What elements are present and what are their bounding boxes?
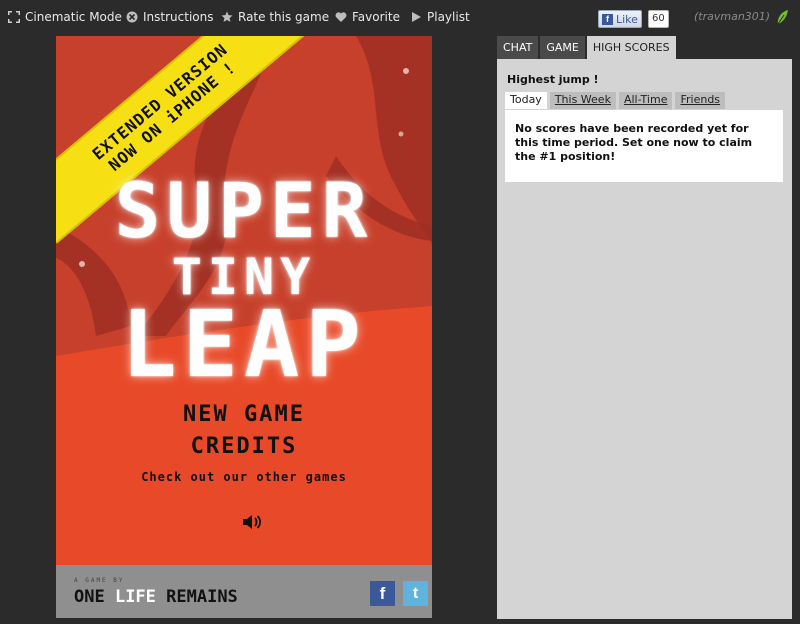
instructions-icon: [126, 11, 138, 23]
sound-toggle-icon[interactable]: [242, 514, 262, 530]
studio-logo[interactable]: ONE LIFE REMAINS: [74, 587, 238, 607]
new-game-button[interactable]: NEW GAME: [56, 402, 432, 427]
facebook-share-button[interactable]: f: [370, 581, 395, 606]
tab-chat[interactable]: CHAT: [497, 36, 539, 59]
instructions-label: Instructions: [143, 10, 214, 24]
side-panel-tabs: CHAT GAME HIGH SCORES: [497, 36, 676, 59]
game-title-leap: LEAP: [121, 291, 367, 398]
game-footer: A GAME BY ONE LIFE REMAINS f t: [56, 565, 432, 618]
play-icon: [412, 12, 421, 22]
top-toolbar: Cinematic Mode Instructions Rate this ga…: [0, 0, 800, 36]
studio-name-part-1: ONE: [74, 587, 115, 607]
playlist-label: Playlist: [427, 10, 470, 24]
facebook-icon: f: [602, 13, 613, 25]
game-canvas[interactable]: EXTENDED VERSION NOW ON iPHONE ! SUPER T…: [56, 36, 432, 618]
twitter-share-button[interactable]: t: [403, 581, 428, 606]
favorite-label: Favorite: [352, 10, 400, 24]
leaf-icon: [777, 10, 788, 25]
credits-button[interactable]: CREDITS: [56, 434, 432, 459]
game-title-super: SUPER: [114, 166, 374, 255]
high-scores-panel: Highest jump ! Today This Week All-Time …: [497, 59, 792, 619]
like-count: 60: [648, 10, 669, 28]
panel-title: Highest jump !: [507, 73, 599, 86]
heart-icon: [335, 12, 347, 22]
cinematic-mode-label: Cinematic Mode: [25, 10, 122, 24]
subtab-this-week[interactable]: This Week: [549, 92, 616, 109]
playlist-button[interactable]: Playlist: [410, 10, 470, 24]
rate-game-label: Rate this game: [238, 10, 330, 24]
username[interactable]: (travman301): [694, 10, 770, 23]
period-tabs: Today This Week All-Time Friends: [505, 92, 726, 109]
like-label: Like: [616, 12, 638, 26]
cinematic-mode-button[interactable]: Cinematic Mode: [8, 10, 122, 24]
a-game-by-label: A GAME BY: [74, 577, 125, 584]
subtab-today[interactable]: Today: [505, 92, 547, 109]
tab-high-scores[interactable]: HIGH SCORES: [586, 36, 676, 59]
instructions-button[interactable]: Instructions: [126, 10, 213, 24]
studio-name-part-2: LIFE: [114, 587, 156, 607]
facebook-like-button[interactable]: f Like: [598, 10, 642, 28]
other-games-link[interactable]: Check out our other games: [56, 470, 432, 484]
star-icon: [221, 11, 233, 22]
facebook-icon: f: [379, 583, 386, 603]
tab-game[interactable]: GAME: [540, 36, 585, 59]
fullscreen-icon: [8, 11, 20, 23]
empty-scores-message: No scores have been recorded yet for thi…: [505, 110, 783, 182]
rate-game-button[interactable]: Rate this game: [221, 10, 329, 24]
twitter-icon: t: [412, 584, 419, 602]
favorite-button[interactable]: Favorite: [335, 10, 400, 24]
studio-name-part-3: REMAINS: [155, 587, 238, 607]
subtab-friends[interactable]: Friends: [675, 92, 726, 109]
subtab-all-time[interactable]: All-Time: [618, 92, 673, 109]
